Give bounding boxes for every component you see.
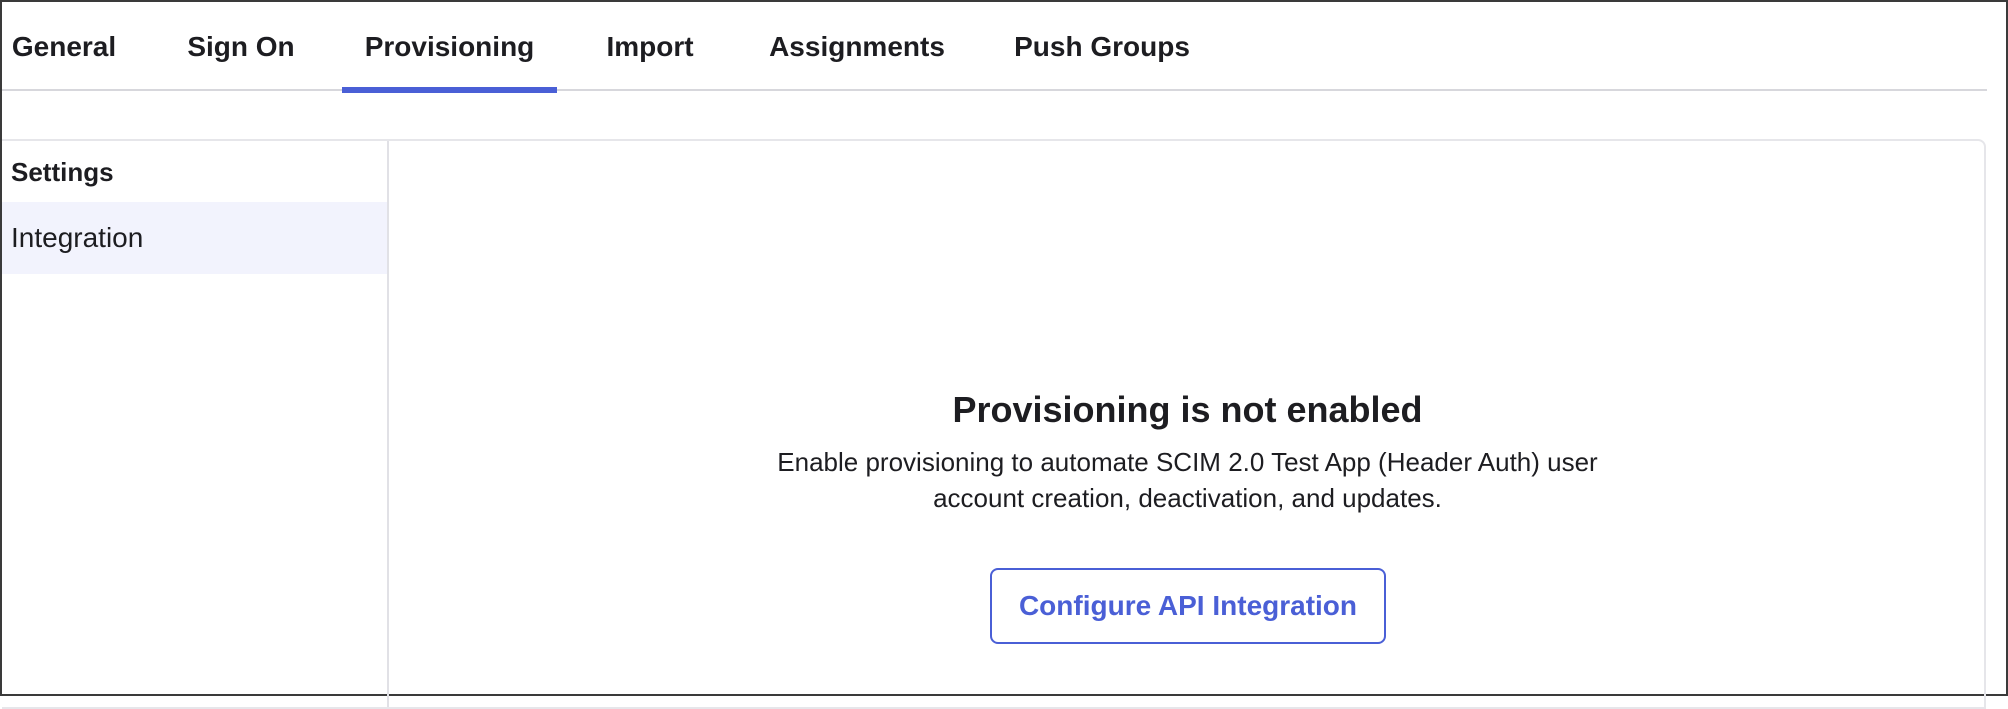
configure-api-integration-button[interactable]: Configure API Integration [990, 568, 1386, 644]
empty-state: Provisioning is not enabled Enable provi… [391, 388, 1984, 516]
tab-assignments[interactable]: Assignments [762, 2, 952, 91]
main-content: Provisioning is not enabled Enable provi… [391, 141, 1984, 707]
settings-sidebar: Settings Integration [2, 141, 389, 707]
tab-sign-on[interactable]: Sign On [182, 2, 300, 91]
app-window: General Sign On Provisioning Import Assi… [0, 0, 2008, 709]
tab-push-groups[interactable]: Push Groups [1012, 2, 1192, 91]
empty-state-title: Provisioning is not enabled [952, 389, 1423, 430]
sidebar-item-integration[interactable]: Integration [2, 202, 387, 274]
tab-general[interactable]: General [11, 2, 117, 91]
tab-provisioning[interactable]: Provisioning [342, 2, 557, 93]
provisioning-panel: Settings Integration Provisioning is not… [2, 139, 1986, 709]
sidebar-heading: Settings [11, 157, 114, 187]
tab-bar: General Sign On Provisioning Import Assi… [2, 2, 1987, 93]
description-line-2: account creation, deactivation, and upda… [933, 483, 1442, 513]
tab-import[interactable]: Import [600, 2, 700, 91]
description-line-1: Enable provisioning to automate SCIM 2.0… [777, 447, 1598, 477]
empty-state-description: Enable provisioning to automate SCIM 2.0… [738, 444, 1638, 516]
sidebar-item-label: Integration [11, 222, 144, 253]
